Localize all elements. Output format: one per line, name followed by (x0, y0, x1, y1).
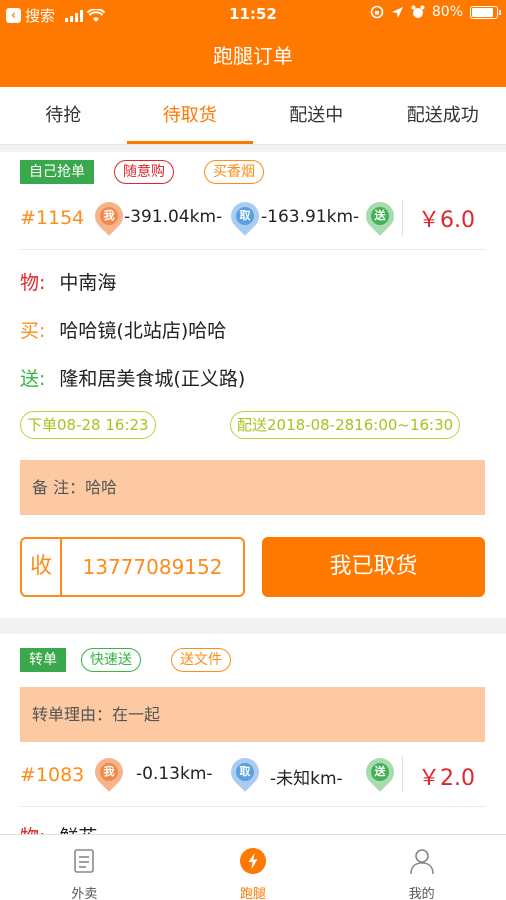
transfer-reason-box: 转单理由：在一起 (20, 687, 485, 742)
me-pin-icon: 我 (89, 196, 129, 236)
delivery-pin-icon: 送 (360, 196, 400, 236)
pickup-pin-icon: 取 (225, 752, 265, 792)
delivery-pin-icon: 送 (360, 752, 400, 792)
delivery-time-pill: 配送2018-08-2816:00~16:30 (230, 411, 461, 439)
distance-to-delivery: -163.91km- (261, 207, 360, 227)
goods-tag: 买香烟 (204, 160, 264, 184)
status-right: 80% (370, 4, 501, 20)
bottom-nav: 外卖 跑腿 我的 (0, 834, 506, 900)
distance-to-pickup: -0.13km- (136, 764, 213, 784)
me-pin-icon: 我 (89, 752, 129, 792)
buy-address: 哈哈镜(北站店)哈哈 (59, 320, 227, 342)
page-title: 跑腿订单 (0, 30, 506, 87)
pickup-pin-icon: 取 (225, 196, 265, 236)
order-tabs: 待抢 待取货 配送中 配送成功 (0, 87, 506, 145)
divider (402, 756, 403, 792)
tab-pending-grab[interactable]: 待抢 (0, 87, 127, 144)
receiver-phone[interactable]: 收 13777089152 (20, 537, 245, 597)
order-card[interactable]: 转单 快速送 送文件 转单理由：在一起 #1083 我 -0.13km- 取 -… (0, 634, 506, 834)
document-icon (74, 849, 95, 873)
order-type-tag: 转单 (20, 648, 66, 672)
nav-errand-label: 跑腿 (240, 887, 267, 900)
order-time-pill: 下单08-28 16:23 (20, 411, 156, 439)
nav-takeout-label: 外卖 (71, 887, 98, 900)
item-row: 物: 中南海 (20, 268, 116, 295)
remark-box: 备 注：哈哈 (20, 460, 485, 515)
divider (402, 200, 403, 236)
battery-percent: 80% (431, 4, 463, 20)
item-label: 物: (20, 826, 45, 834)
deliver-address: 隆和居美食城(正义路) (59, 368, 246, 390)
tab-delivering[interactable]: 配送中 (253, 87, 380, 144)
deliver-row: 送: 隆和居美食城(正义路) (20, 364, 245, 391)
nav-takeout[interactable]: 外卖 (0, 835, 169, 900)
orientation-lock-icon (370, 5, 384, 19)
distance-to-delivery: -未知km- (270, 769, 343, 789)
nav-mine-label: 我的 (408, 887, 435, 900)
battery-icon (470, 5, 501, 19)
buy-row: 买: 哈哈镜(北站店)哈哈 (20, 316, 226, 343)
nav-mine[interactable]: 我的 (337, 835, 506, 900)
distance-to-pickup: -391.04km- (124, 207, 223, 227)
tab-delivered[interactable]: 配送成功 (380, 87, 506, 144)
divider (20, 806, 485, 807)
person-icon (409, 849, 434, 875)
order-number: #1083 (20, 764, 85, 786)
service-tag: 随意购 (114, 160, 174, 184)
tab-pending-pickup[interactable]: 待取货 (126, 87, 254, 144)
item-value: 鲜花 (59, 826, 97, 834)
item-label: 物: (20, 272, 46, 294)
status-bar: ‹ 搜索 11:52 80% (0, 0, 506, 30)
nav-errand[interactable]: 跑腿 (169, 835, 338, 900)
service-tag: 快速送 (81, 648, 141, 672)
order-number: #1154 (20, 207, 85, 229)
order-card[interactable]: 自己抢单 随意购 买香烟 #1154 我 -391.04km- 取 -163.9… (0, 152, 506, 618)
picked-up-button[interactable]: 我已取货 (262, 537, 485, 597)
order-type-tag: 自己抢单 (20, 160, 94, 184)
alarm-icon (411, 5, 425, 18)
divider (20, 249, 485, 250)
goods-tag: 送文件 (171, 648, 231, 672)
location-icon (391, 6, 403, 18)
item-value: 中南海 (59, 272, 117, 294)
phone-number[interactable]: 13777089152 (62, 539, 243, 595)
buy-label: 买: (20, 320, 46, 342)
order-price: ￥6.0 (418, 208, 475, 233)
receive-label: 收 (22, 539, 62, 595)
order-price: ￥2.0 (418, 766, 475, 791)
deliver-label: 送: (20, 368, 46, 390)
lightning-icon (240, 848, 266, 874)
item-row: 物: 鲜花 (20, 822, 97, 834)
